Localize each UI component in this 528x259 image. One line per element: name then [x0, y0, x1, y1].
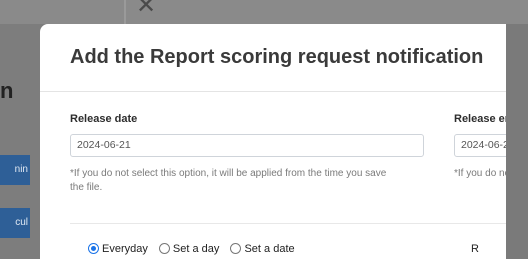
- background-right-edge: [506, 24, 528, 259]
- notification-modal: Add the Report scoring request notificat…: [40, 24, 506, 259]
- release-date-input[interactable]: 2024-06-21: [70, 134, 424, 157]
- radio-set-a-day[interactable]: Set a day: [158, 242, 220, 255]
- modal-title: Add the Report scoring request notificat…: [70, 46, 484, 68]
- radio-everyday-label: Everyday: [102, 243, 148, 255]
- schedule-divider: [70, 223, 506, 224]
- radio-set-a-date[interactable]: Set a date: [230, 242, 295, 255]
- background-heading-fragment: n: [0, 78, 14, 103]
- radio-everyday[interactable]: Everyday: [88, 242, 148, 255]
- schedule-radio-group: Everyday Set a day Set a date: [88, 242, 303, 255]
- close-icon[interactable]: ✕: [136, 0, 162, 17]
- radio-checked-icon[interactable]: [88, 242, 99, 254]
- radio-unchecked-icon[interactable]: [158, 242, 170, 254]
- background-page-header: [0, 0, 528, 24]
- radio-set-a-day-label: Set a day: [172, 243, 220, 255]
- release-end-hint: *If you do no: [454, 168, 506, 179]
- modal-header-divider: [40, 91, 506, 92]
- release-date-label: Release date: [70, 113, 138, 125]
- release-end-label: Release en: [454, 113, 506, 125]
- background-button-2[interactable]: cul: [0, 208, 30, 238]
- radio-unchecked-icon[interactable]: [230, 242, 242, 254]
- radio-set-a-date-label: Set a date: [244, 243, 295, 255]
- release-date-hint: *If you do not select this option, it wi…: [70, 168, 387, 193]
- background-button-1[interactable]: nin: [0, 155, 30, 185]
- schedule-trailing-label: R: [471, 243, 479, 255]
- background-divider: [124, 0, 126, 24]
- release-end-input[interactable]: 2024-06-2: [454, 134, 506, 157]
